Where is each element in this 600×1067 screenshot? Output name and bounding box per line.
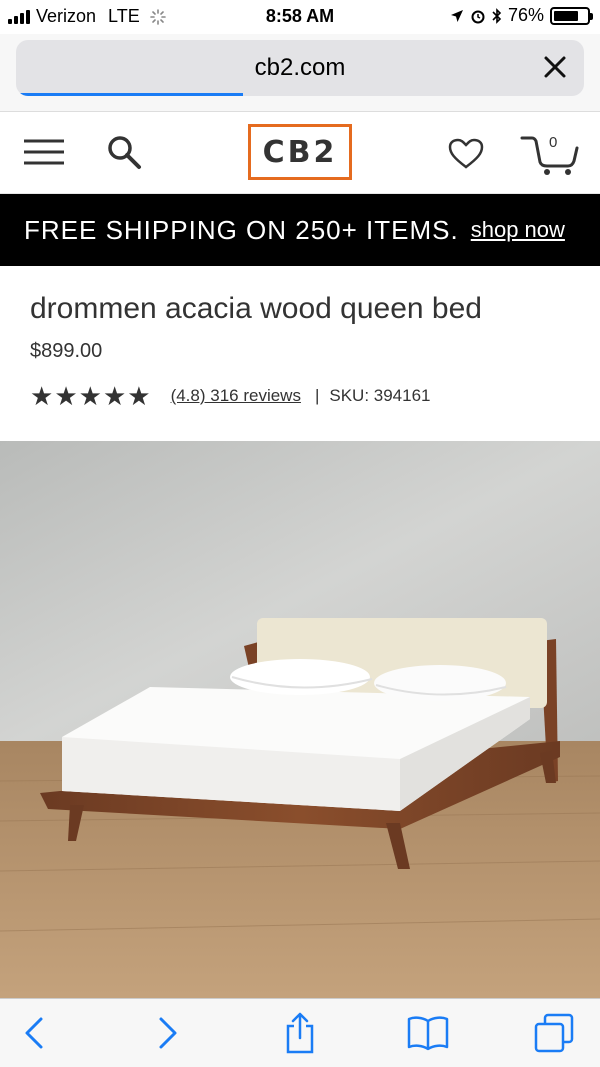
star-icon: ★ [78,381,102,411]
status-bar: Verizon LTE 8:58 AM 76% [0,0,600,34]
bed-photo [0,441,600,998]
battery-percent: 76% [507,5,544,25]
tabs-button[interactable] [532,1013,576,1053]
menu-icon[interactable] [24,139,64,165]
share-icon[interactable] [283,1012,317,1054]
search-icon[interactable] [106,134,142,170]
sku-label: SKU: 394161 [329,386,431,405]
address-url[interactable]: cb2.com [16,54,584,82]
location-arrow-icon [450,9,463,22]
star-icon: ★ [54,381,78,411]
load-progress-bar [16,93,244,96]
promo-text: FREE SHIPPING ON 250+ ITEMS. [24,214,459,245]
status-right: 76% [450,5,593,26]
bookmarks-icon[interactable] [407,1015,449,1051]
battery-icon [550,6,593,25]
bluetooth-icon [492,7,502,24]
tabs-icon[interactable] [533,1012,575,1054]
close-icon[interactable] [540,52,570,82]
back-icon[interactable] [22,1016,46,1050]
star-icon: ★ [30,381,54,411]
back-button[interactable] [12,1013,56,1053]
star-icon: ★ [102,381,127,411]
browser-toolbar [0,998,600,1067]
bookmarks-button[interactable] [406,1013,450,1053]
browser-address-area: cb2.com [0,34,600,112]
heart-icon[interactable] [448,138,484,170]
product-image[interactable] [0,441,600,998]
separator: | [314,386,320,405]
forward-icon[interactable] [156,1016,180,1050]
product-info: drommen acacia wood queen bed $899.00 ★ ★… [30,292,590,409]
reviews-link[interactable]: (4.8) 316 reviews [171,386,301,406]
alarm-icon [471,10,485,23]
product-title: drommen acacia wood queen bed [30,292,482,325]
product-price: $899.00 [30,340,103,362]
star-rating[interactable]: ★ ★ ★ ★ ★ [30,383,151,409]
promo-banner: FREE SHIPPING ON 250+ ITEMS. shop now [0,194,600,266]
site-header: CB2 0 [0,112,600,194]
share-button[interactable] [278,1012,322,1054]
forward-button[interactable] [146,1013,190,1053]
cart-count-badge[interactable]: 0 [549,134,557,151]
address-bar[interactable]: cb2.com [16,40,584,96]
shop-now-link[interactable]: shop now [471,217,565,243]
rating-row: ★ ★ ★ ★ ★ (4.8) 316 reviews | SKU: 394161 [30,383,590,409]
cb2-logo[interactable]: CB2 [248,124,352,180]
star-icon: ★ [127,381,151,411]
